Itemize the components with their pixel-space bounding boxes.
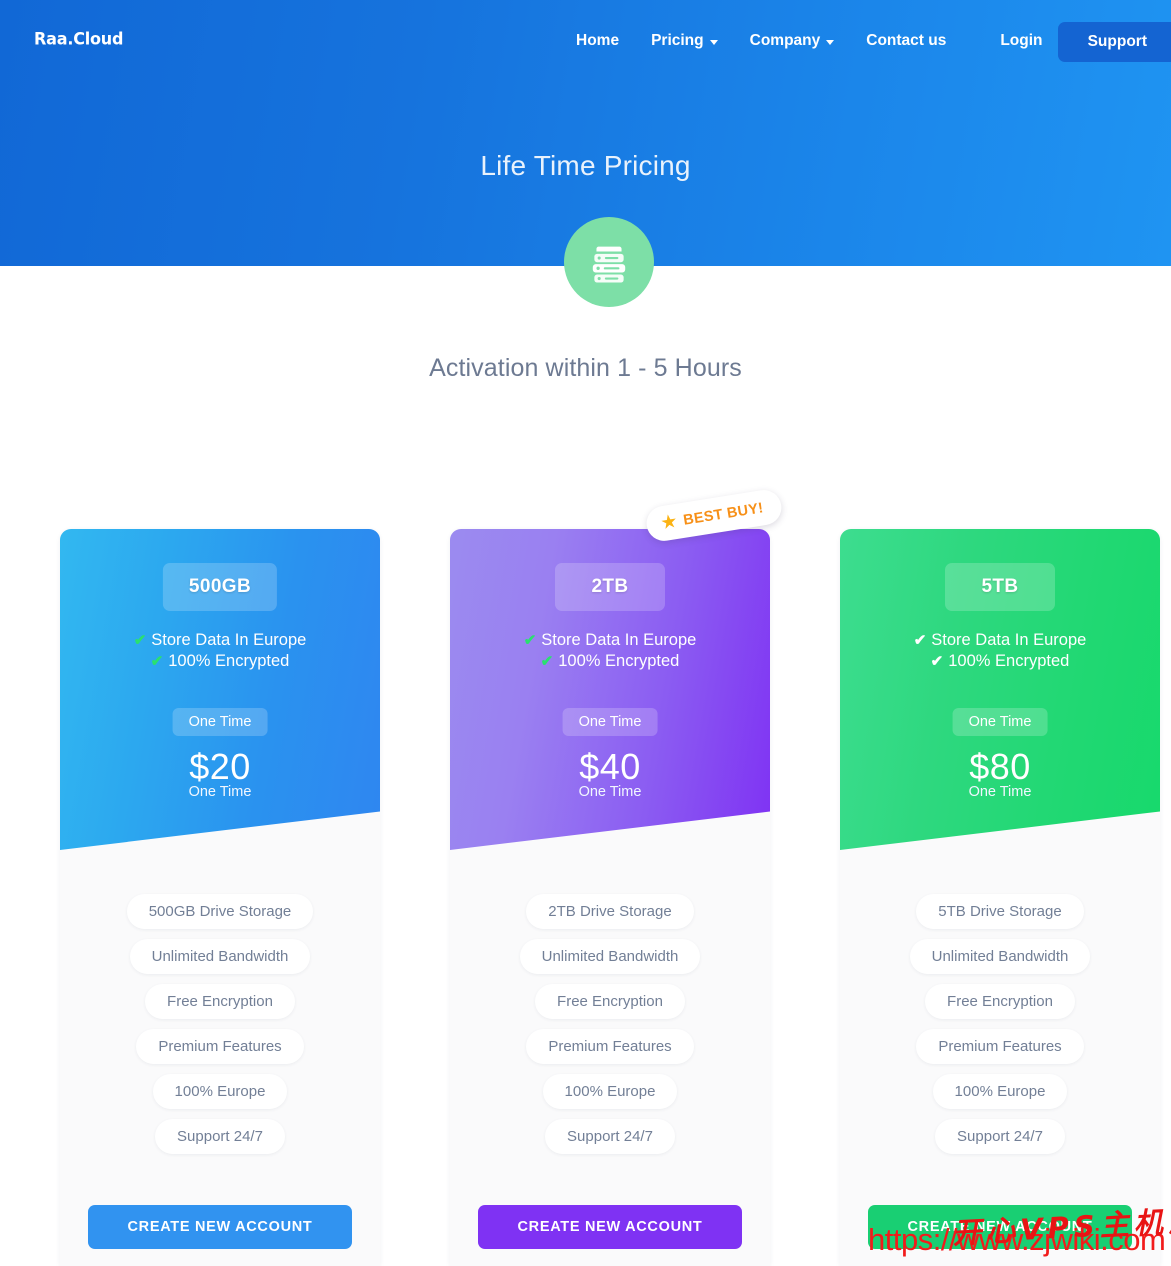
plan-name-badge: 500GB bbox=[162, 563, 278, 611]
plan-price: $20 bbox=[189, 746, 251, 787]
top-navbar: Raa.Cloud Home Pricing Company Contact u… bbox=[0, 0, 1171, 82]
nav-item-label: Login bbox=[1000, 32, 1043, 49]
plan-price: $80 bbox=[969, 746, 1031, 787]
nav-item-pricing[interactable]: Pricing bbox=[635, 32, 734, 50]
nav-item-label: Home bbox=[576, 32, 620, 49]
create-account-button[interactable]: CREATE NEW ACCOUNT bbox=[478, 1205, 742, 1249]
feature-list: 2TB Drive Storage Unlimited Bandwidth Fr… bbox=[450, 894, 770, 1154]
highlight-row: ✔ Store Data In Europe bbox=[450, 630, 770, 651]
feature-pill: Unlimited Bandwidth bbox=[909, 939, 1091, 974]
feature-pill: Premium Features bbox=[916, 1029, 1084, 1064]
pricing-card-5tb: 5TB ✔ Store Data In Europe ✔ 100% Encrypte… bbox=[840, 529, 1160, 1266]
nav-item-label: Contact us bbox=[866, 32, 947, 49]
highlight-row: ✔ 100% Encrypted bbox=[450, 651, 770, 672]
check-icon: ✔ bbox=[523, 632, 537, 649]
check-icon: ✔ bbox=[540, 653, 554, 670]
feature-pill: Support 24/7 bbox=[155, 1119, 285, 1154]
star-icon: ★ bbox=[659, 510, 680, 535]
card-header: 500GB ✔ Store Data In Europe ✔ 100% Encryp… bbox=[60, 529, 380, 850]
highlight-label: 100% Encrypted bbox=[558, 652, 680, 670]
plan-name-badge: 5TB bbox=[945, 563, 1055, 611]
chevron-down-icon bbox=[709, 39, 718, 45]
feature-pill: Premium Features bbox=[136, 1029, 304, 1064]
nav-item-contact-us[interactable]: Contact us bbox=[850, 32, 962, 50]
pricing-page: Raa.Cloud Home Pricing Company Contact u… bbox=[0, 0, 1171, 1266]
highlight-label: Store Data In Europe bbox=[151, 631, 307, 649]
plan-price-note: One Time bbox=[188, 784, 252, 800]
nav-item-home[interactable]: Home bbox=[560, 32, 635, 50]
check-icon: ✔ bbox=[133, 632, 147, 649]
feature-pill: Unlimited Bandwidth bbox=[519, 939, 701, 974]
feature-pill: 100% Europe bbox=[932, 1074, 1068, 1109]
highlight-label: Store Data In Europe bbox=[931, 631, 1087, 649]
nav-links: Home Pricing Company Contact us Login bbox=[560, 0, 1059, 82]
feature-pill: Unlimited Bandwidth bbox=[129, 939, 311, 974]
feature-pill: 2TB Drive Storage bbox=[526, 894, 694, 929]
feature-list: 5TB Drive Storage Unlimited Bandwidth Fr… bbox=[840, 894, 1160, 1154]
highlight-row: ✔ 100% Encrypted bbox=[60, 651, 380, 672]
feature-pill: Free Encryption bbox=[145, 984, 295, 1019]
pricing-card-500gb: 500GB ✔ Store Data In Europe ✔ 100% Encryp… bbox=[60, 529, 380, 1266]
plan-highlights: ✔ Store Data In Europe ✔ 100% Encrypted bbox=[450, 630, 770, 672]
highlight-row: ✔ 100% Encrypted bbox=[840, 651, 1160, 672]
billing-pill: One Time bbox=[562, 708, 658, 736]
feature-pill: Support 24/7 bbox=[935, 1119, 1065, 1154]
highlight-label: 100% Encrypted bbox=[948, 652, 1070, 670]
check-icon: ✔ bbox=[930, 653, 944, 670]
site-logo[interactable]: Raa.Cloud bbox=[34, 29, 123, 49]
server-icon-circle bbox=[564, 217, 654, 307]
check-icon: ✔ bbox=[150, 653, 164, 670]
nav-item-label: Pricing bbox=[651, 32, 704, 49]
card-header: 5TB ✔ Store Data In Europe ✔ 100% Encrypte… bbox=[840, 529, 1160, 850]
check-icon: ✔ bbox=[913, 632, 927, 649]
feature-pill: 5TB Drive Storage bbox=[916, 894, 1084, 929]
plan-name-badge: 2TB bbox=[555, 563, 665, 611]
pricing-card-2tb: ★ BEST BUY! 2TB ✔ Store Data In Europe ✔ 1… bbox=[450, 487, 784, 1266]
feature-pill: Free Encryption bbox=[925, 984, 1075, 1019]
feature-pill: 100% Europe bbox=[542, 1074, 678, 1109]
highlight-label: 100% Encrypted bbox=[168, 652, 290, 670]
nav-item-label: Company bbox=[749, 32, 821, 49]
feature-pill: Support 24/7 bbox=[545, 1119, 675, 1154]
chevron-down-icon bbox=[826, 39, 835, 45]
create-account-button[interactable]: CREATE NEW ACCOUNT bbox=[868, 1205, 1132, 1249]
activation-subtitle: Activation within 1 - 5 Hours bbox=[429, 354, 742, 382]
billing-pill: One Time bbox=[172, 708, 268, 736]
plan-price-note: One Time bbox=[578, 784, 642, 800]
feature-pill: Free Encryption bbox=[535, 984, 685, 1019]
nav-item-company[interactable]: Company bbox=[734, 32, 851, 50]
highlight-row: ✔ Store Data In Europe bbox=[60, 630, 380, 651]
nav-item-login[interactable]: Login bbox=[984, 32, 1058, 50]
page-title: Life Time Pricing bbox=[480, 150, 691, 181]
create-account-button[interactable]: CREATE NEW ACCOUNT bbox=[88, 1205, 352, 1249]
server-icon bbox=[592, 246, 626, 283]
feature-pill: Premium Features bbox=[526, 1029, 694, 1064]
best-buy-label: BEST BUY! bbox=[682, 499, 765, 529]
feature-pill: 100% Europe bbox=[152, 1074, 288, 1109]
card-header: 2TB ✔ Store Data In Europe ✔ 100% Encrypte… bbox=[450, 529, 770, 850]
plan-highlights: ✔ Store Data In Europe ✔ 100% Encrypted bbox=[60, 630, 380, 672]
highlight-label: Store Data In Europe bbox=[541, 631, 697, 649]
highlight-row: ✔ Store Data In Europe bbox=[840, 630, 1160, 651]
feature-list: 500GB Drive Storage Unlimited Bandwidth … bbox=[60, 894, 380, 1154]
plan-highlights: ✔ Store Data In Europe ✔ 100% Encrypted bbox=[840, 630, 1160, 672]
pricing-cards: 500GB ✔ Store Data In Europe ✔ 100% Encryp… bbox=[60, 487, 1160, 1266]
feature-pill: 500GB Drive Storage bbox=[126, 894, 314, 929]
support-button[interactable]: Support bbox=[1057, 22, 1171, 62]
plan-price-note: One Time bbox=[968, 784, 1032, 800]
plan-price: $40 bbox=[579, 746, 641, 787]
billing-pill: One Time bbox=[952, 708, 1048, 736]
